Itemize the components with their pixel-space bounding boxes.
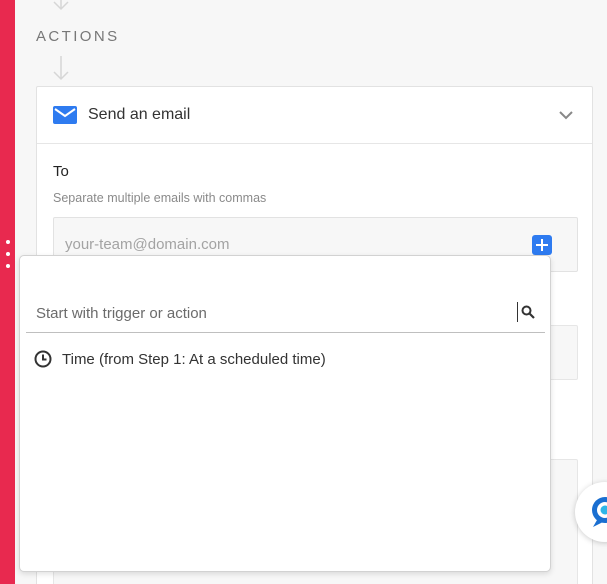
picker-search-input[interactable] [36, 302, 506, 324]
section-label: ACTIONS [36, 28, 120, 45]
picker-search-row [26, 296, 545, 333]
add-variable-button[interactable] [532, 235, 552, 255]
picker-option-label: Time (from Step 1: At a scheduled time) [62, 350, 326, 368]
workflow-editor: ACTIONS Send an email To Separate multip… [0, 0, 607, 584]
flow-arrow-icon [53, 56, 69, 81]
flow-arrow-icon [53, 0, 69, 11]
variable-picker-dropdown: Time (from Step 1: At a scheduled time) [19, 255, 551, 572]
drag-handle-icon[interactable] [5, 240, 11, 268]
to-field-help-text: Separate multiple emails with commas [53, 191, 267, 205]
search-icon[interactable] [521, 305, 535, 319]
side-rail [0, 0, 15, 584]
action-card-header[interactable]: Send an email [37, 87, 592, 144]
clock-icon [34, 350, 52, 368]
action-title: Send an email [88, 106, 191, 123]
text-caret [517, 302, 518, 322]
chevron-down-icon[interactable] [558, 107, 574, 123]
envelope-icon [53, 106, 77, 124]
to-field-label: To [53, 163, 69, 180]
chat-bubble-icon [592, 497, 607, 527]
picker-option-time[interactable]: Time (from Step 1: At a scheduled time) [34, 347, 326, 371]
